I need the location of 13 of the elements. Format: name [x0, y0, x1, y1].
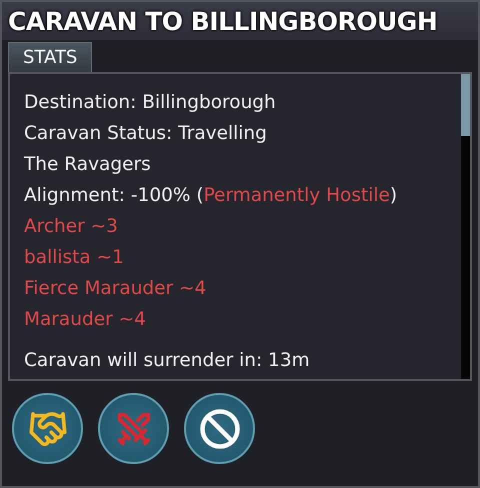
stat-line: Destination: Billingborough [24, 91, 277, 115]
stat-line: Archer ~3 [24, 215, 119, 239]
stat-line: The Ravagers [24, 153, 152, 177]
scrollbar[interactable] [461, 74, 470, 379]
stat-line: Caravan Status: Travelling [24, 122, 268, 146]
stat-line: Marauder ~4 [24, 308, 147, 332]
window-title: CARAVAN TO BILLINGBOROUGH [8, 6, 438, 36]
stat-line: ballista ~1 [24, 246, 125, 270]
tab[interactable]: STATS [8, 42, 92, 72]
stat-line: Fierce Marauder ~4 [24, 277, 208, 301]
stat-line: Alignment: -100% (Permanently Hostile) [24, 184, 398, 208]
ban-icon [198, 408, 240, 450]
surrender-timer: Caravan will surrender in: 13m [24, 349, 311, 373]
